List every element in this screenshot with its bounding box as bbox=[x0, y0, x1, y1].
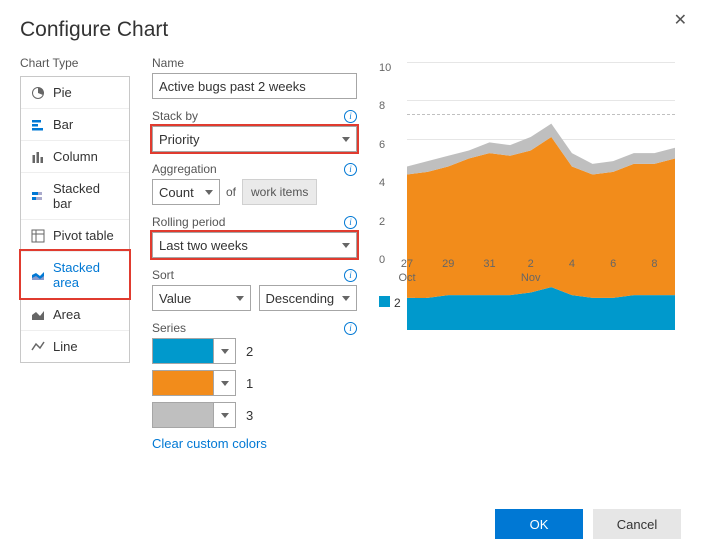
info-icon[interactable]: i bbox=[344, 269, 357, 282]
stack-by-select[interactable]: Priority bbox=[152, 126, 357, 152]
rolling-label: Rolling period bbox=[152, 215, 225, 229]
chart-type-label-text: Line bbox=[53, 339, 78, 354]
series-row: 2 bbox=[152, 338, 357, 364]
name-label: Name bbox=[152, 56, 184, 70]
info-icon[interactable]: i bbox=[344, 163, 357, 176]
sort-label: Sort bbox=[152, 268, 174, 282]
info-icon[interactable]: i bbox=[344, 216, 357, 229]
color-swatch bbox=[153, 403, 213, 427]
chevron-down-icon bbox=[236, 296, 244, 301]
legend-swatch bbox=[379, 296, 390, 307]
chevron-down-icon bbox=[221, 413, 229, 418]
chart-type-column[interactable]: Column bbox=[21, 140, 129, 172]
aggregation-select[interactable]: Count bbox=[152, 179, 220, 205]
chevron-down-icon bbox=[221, 381, 229, 386]
aggregation-label: Aggregation bbox=[152, 162, 217, 176]
clear-custom-colors-link[interactable]: Clear custom colors bbox=[152, 436, 267, 451]
color-swatch bbox=[153, 371, 213, 395]
sort-field-select[interactable]: Value bbox=[152, 285, 251, 311]
chart-type-stacked-bar[interactable]: Stacked bar bbox=[21, 172, 129, 219]
chart-type-label-text: Stacked bar bbox=[53, 181, 119, 211]
chevron-down-icon bbox=[342, 296, 350, 301]
chart-type-list: Pie Bar Column Stacked bar Pivot table S… bbox=[20, 76, 130, 363]
chart-preview: 0 2 4 6 8 10 27 29 31 2 4 6 8 Oct Nov bbox=[379, 62, 681, 282]
aggregation-value: Count bbox=[159, 185, 194, 200]
line-icon bbox=[31, 340, 45, 354]
chevron-down-icon bbox=[342, 243, 350, 248]
series-row: 3 bbox=[152, 402, 357, 428]
chart-type-label: Chart Type bbox=[20, 56, 130, 70]
stack-by-label: Stack by bbox=[152, 109, 198, 123]
aggregation-field: work items bbox=[242, 179, 317, 205]
y-tick: 2 bbox=[379, 216, 385, 228]
sort-field-value: Value bbox=[159, 291, 191, 306]
y-tick: 0 bbox=[379, 254, 385, 266]
series-label-text: 2 bbox=[246, 344, 253, 359]
series-label: Series bbox=[152, 321, 186, 335]
x-sublabel: Nov bbox=[521, 272, 541, 284]
rolling-value: Last two weeks bbox=[159, 238, 248, 253]
y-tick: 6 bbox=[379, 139, 385, 151]
column-icon bbox=[31, 150, 45, 164]
chart-type-label-text: Stacked area bbox=[53, 260, 119, 290]
x-tick: 4 bbox=[569, 258, 575, 270]
stacked-area-icon bbox=[31, 268, 45, 282]
sort-dir-value: Descending bbox=[266, 291, 335, 306]
chart-type-stacked-area[interactable]: Stacked area bbox=[21, 251, 129, 298]
rolling-period-select[interactable]: Last two weeks bbox=[152, 232, 357, 258]
pivot-table-icon bbox=[31, 229, 45, 243]
chevron-down-icon bbox=[221, 349, 229, 354]
x-tick: 8 bbox=[651, 258, 657, 270]
x-tick: 31 bbox=[483, 258, 495, 270]
stacked-area-plot bbox=[407, 62, 675, 330]
x-tick: 6 bbox=[610, 258, 616, 270]
series-color-select[interactable] bbox=[152, 338, 236, 364]
chevron-down-icon bbox=[342, 137, 350, 142]
bar-icon bbox=[31, 118, 45, 132]
dialog-title: Configure Chart bbox=[20, 18, 681, 42]
x-tick: 2 bbox=[528, 258, 534, 270]
series-label-text: 3 bbox=[246, 408, 253, 423]
info-icon[interactable]: i bbox=[344, 322, 357, 335]
stack-by-value: Priority bbox=[159, 132, 199, 147]
info-icon[interactable]: i bbox=[344, 110, 357, 123]
y-tick: 4 bbox=[379, 177, 385, 189]
pie-icon bbox=[31, 86, 45, 100]
chart-type-area[interactable]: Area bbox=[21, 298, 129, 330]
color-swatch bbox=[153, 339, 213, 363]
cancel-button[interactable]: Cancel bbox=[593, 509, 681, 539]
close-icon[interactable]: ✕ bbox=[674, 10, 687, 30]
chart-type-label-text: Area bbox=[53, 307, 80, 322]
chevron-down-icon bbox=[205, 190, 213, 195]
series-color-select[interactable] bbox=[152, 370, 236, 396]
x-tick: 27 bbox=[401, 258, 413, 270]
legend-item: 2 bbox=[379, 296, 401, 310]
series-label-text: 1 bbox=[246, 376, 253, 391]
aggregation-of: of bbox=[226, 185, 236, 199]
chart-type-pivot-table[interactable]: Pivot table bbox=[21, 219, 129, 251]
ok-button[interactable]: OK bbox=[495, 509, 583, 539]
chart-type-label-text: Column bbox=[53, 149, 98, 164]
x-sublabel: Oct bbox=[398, 272, 415, 284]
chart-type-line[interactable]: Line bbox=[21, 330, 129, 362]
y-tick: 8 bbox=[379, 100, 385, 112]
name-input[interactable] bbox=[152, 73, 357, 99]
x-tick: 29 bbox=[442, 258, 454, 270]
area-icon bbox=[31, 308, 45, 322]
chart-type-pie[interactable]: Pie bbox=[21, 77, 129, 108]
chart-type-label-text: Pie bbox=[53, 85, 72, 100]
chart-type-label-text: Bar bbox=[53, 117, 73, 132]
sort-dir-select[interactable]: Descending bbox=[259, 285, 358, 311]
y-tick: 10 bbox=[379, 62, 391, 74]
chart-type-bar[interactable]: Bar bbox=[21, 108, 129, 140]
stacked-bar-icon bbox=[31, 189, 45, 203]
chart-type-label-text: Pivot table bbox=[53, 228, 114, 243]
series-row: 1 bbox=[152, 370, 357, 396]
series-color-select[interactable] bbox=[152, 402, 236, 428]
